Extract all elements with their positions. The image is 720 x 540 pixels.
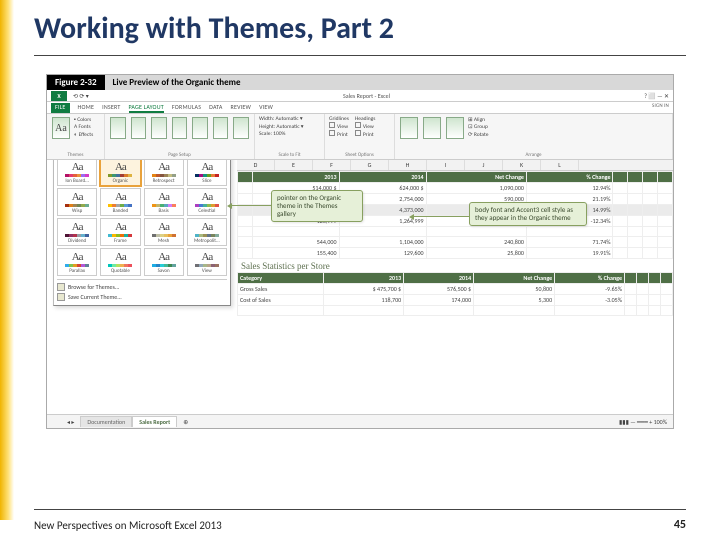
theme-thumbnail-celestial[interactable]: AaCelestial bbox=[187, 188, 227, 216]
headings-print-check[interactable] bbox=[355, 130, 361, 136]
fonts-button[interactable]: A Fonts bbox=[74, 124, 93, 131]
figure-number: Figure 2-32 bbox=[47, 75, 105, 90]
table-row: 155,400129,60025,80019.91% bbox=[238, 248, 673, 259]
themes-gallery: Office AaOfficeAaFacetAaIntegralAaIonAaI… bbox=[53, 160, 231, 306]
tab-page-layout[interactable]: PAGE LAYOUT bbox=[129, 103, 164, 113]
theme-thumbnail-wisp[interactable]: AaWisp bbox=[57, 188, 97, 216]
theme-thumbnail-frame[interactable]: AaFrame bbox=[100, 218, 140, 246]
theme-thumbnail-view[interactable]: AaView bbox=[187, 248, 227, 276]
theme-thumbnail-slice[interactable]: AaSlice bbox=[187, 160, 227, 186]
ribbon: Aa ▪ Colors A Fonts ◐ Effects Themes bbox=[47, 114, 673, 160]
figure-caption-text: Live Preview of the Organic theme bbox=[105, 75, 673, 90]
sheet-tab-sales-report[interactable]: Sales Report bbox=[132, 416, 177, 427]
callout-organic-pointer: pointer on the Organic theme in the Them… bbox=[271, 190, 363, 222]
themes-group-label: Themes bbox=[51, 152, 100, 158]
tab-formulas[interactable]: FORMULAS bbox=[172, 103, 201, 113]
title-rule bbox=[34, 55, 686, 56]
theme-thumbnail-savon[interactable]: AaSavon bbox=[144, 248, 184, 276]
tab-view[interactable]: VIEW bbox=[259, 103, 273, 113]
orientation-button[interactable] bbox=[131, 117, 147, 139]
gridlines-print-check[interactable] bbox=[329, 130, 335, 136]
sheet-tab-bar: ◂ ▸ Documentation Sales Report ⊕ ▮▮▮ — ━… bbox=[47, 414, 673, 428]
table-row: Cost of Sales118,700174,0005,300-3.05% bbox=[238, 295, 673, 306]
footer-text: New Perspectives on Microsoft Excel 2013 bbox=[34, 519, 222, 532]
rotate-button[interactable]: ⟳ Rotate bbox=[468, 132, 489, 139]
bring-forward-button[interactable] bbox=[400, 117, 418, 139]
callout-arrow bbox=[231, 205, 271, 206]
column-headers: DEF GHI JKL bbox=[237, 160, 673, 171]
scale-spinner[interactable]: 100% bbox=[273, 131, 285, 137]
save-icon bbox=[57, 293, 65, 301]
tab-insert[interactable]: INSERT bbox=[102, 103, 120, 113]
ribbon-tabs: FILE HOME INSERT PAGE LAYOUT FORMULAS DA… bbox=[47, 102, 673, 114]
margins-button[interactable] bbox=[110, 117, 126, 139]
theme-thumbnail-organic[interactable]: AaOrganic bbox=[100, 160, 140, 186]
excel-window: X ⟲ ⟳ ▾ Sales Report - Excel ? ⬜ — ✕ FIL… bbox=[47, 90, 673, 428]
excel-titlebar: X ⟲ ⟳ ▾ Sales Report - Excel ? ⬜ — ✕ bbox=[47, 90, 673, 102]
browse-themes-button[interactable]: Browse for Themes... bbox=[57, 282, 227, 292]
send-backward-button[interactable] bbox=[423, 117, 441, 139]
colors-button[interactable]: ▪ Colors bbox=[74, 117, 93, 124]
table-row bbox=[238, 306, 673, 316]
theme-thumbnail-metropolit-[interactable]: AaMetropolit... bbox=[187, 218, 227, 246]
slide-title: Working with Themes, Part 2 bbox=[0, 0, 720, 53]
table-header-row: 2013 2014 Net Change % Change bbox=[238, 172, 673, 183]
section-title: Sales Statistics per Store bbox=[237, 259, 673, 272]
figure-caption: Figure 2-32 Live Preview of the Organic … bbox=[47, 75, 673, 90]
arrange-label: Arrange bbox=[399, 152, 668, 158]
theme-thumbnail-ion-board-[interactable]: AaIon Board... bbox=[57, 160, 97, 186]
file-tab[interactable]: FILE bbox=[51, 103, 70, 113]
theme-thumbnail-mesh[interactable]: AaMesh bbox=[144, 218, 184, 246]
breaks-button[interactable] bbox=[192, 117, 208, 139]
scale-label: Scale to Fit bbox=[259, 152, 320, 158]
print-titles-button[interactable] bbox=[233, 117, 249, 139]
table-row bbox=[238, 227, 673, 237]
effects-button[interactable]: ◐ Effects bbox=[74, 132, 93, 139]
gridlines-view-check[interactable] bbox=[329, 122, 335, 128]
align-button[interactable]: ⊞ Align bbox=[468, 117, 489, 124]
theme-thumbnail-basis[interactable]: AaBasis bbox=[144, 188, 184, 216]
background-button[interactable] bbox=[213, 117, 229, 139]
tab-data[interactable]: DATA bbox=[209, 103, 222, 113]
group-button[interactable]: ⊡ Group bbox=[468, 124, 489, 131]
page-number: 45 bbox=[674, 518, 686, 532]
width-dropdown[interactable]: Automatic bbox=[276, 116, 299, 122]
themes-button[interactable]: Aa bbox=[52, 117, 70, 139]
size-button[interactable] bbox=[151, 117, 167, 139]
height-dropdown[interactable]: Automatic bbox=[276, 124, 299, 130]
callout-accent3: body font and Accent3 cell style as they… bbox=[469, 202, 587, 226]
slide-accent-bar bbox=[0, 0, 14, 520]
table-row: 544,0001,104,000240,80071.74% bbox=[238, 237, 673, 248]
excel-logo-icon: X bbox=[51, 91, 67, 101]
theme-thumbnail-parallax[interactable]: AaParallax bbox=[57, 248, 97, 276]
sign-in-link[interactable]: Sign in bbox=[652, 103, 669, 113]
theme-thumbnail-banded[interactable]: AaBanded bbox=[100, 188, 140, 216]
headings-view-check[interactable] bbox=[355, 122, 361, 128]
page-setup-label: Page Setup bbox=[109, 152, 250, 158]
worksheet-area: DEF GHI JKL 2013 2014 Net Change % Chang… bbox=[47, 160, 673, 428]
sheet-options-label: Sheet Options bbox=[329, 152, 390, 158]
figure-container: Figure 2-32 Live Preview of the Organic … bbox=[46, 74, 674, 429]
excel-title: Sales Report - Excel bbox=[343, 92, 390, 100]
callout-arrow bbox=[413, 216, 469, 217]
folder-icon bbox=[57, 283, 65, 291]
sheet-tab-documentation[interactable]: Documentation bbox=[80, 416, 132, 427]
new-sheet-button[interactable]: ⊕ bbox=[177, 418, 194, 426]
theme-thumbnail-quotable[interactable]: AaQuotable bbox=[100, 248, 140, 276]
tab-review[interactable]: REVIEW bbox=[231, 103, 252, 113]
footer-rule bbox=[34, 509, 686, 510]
save-theme-button[interactable]: Save Current Theme... bbox=[57, 292, 227, 302]
theme-thumbnail-retrospect[interactable]: AaRetrospect bbox=[144, 160, 184, 186]
table2-header-row: Category 2013 2014 Net Change % Change bbox=[238, 273, 673, 284]
table-row: Gross Sales$ 475,700 $576,500 $50,800-9.… bbox=[238, 284, 673, 295]
print-area-button[interactable] bbox=[172, 117, 188, 139]
tab-home[interactable]: HOME bbox=[78, 103, 95, 113]
selection-pane-button[interactable] bbox=[446, 117, 464, 139]
theme-thumbnail-dividend[interactable]: AaDividend bbox=[57, 218, 97, 246]
